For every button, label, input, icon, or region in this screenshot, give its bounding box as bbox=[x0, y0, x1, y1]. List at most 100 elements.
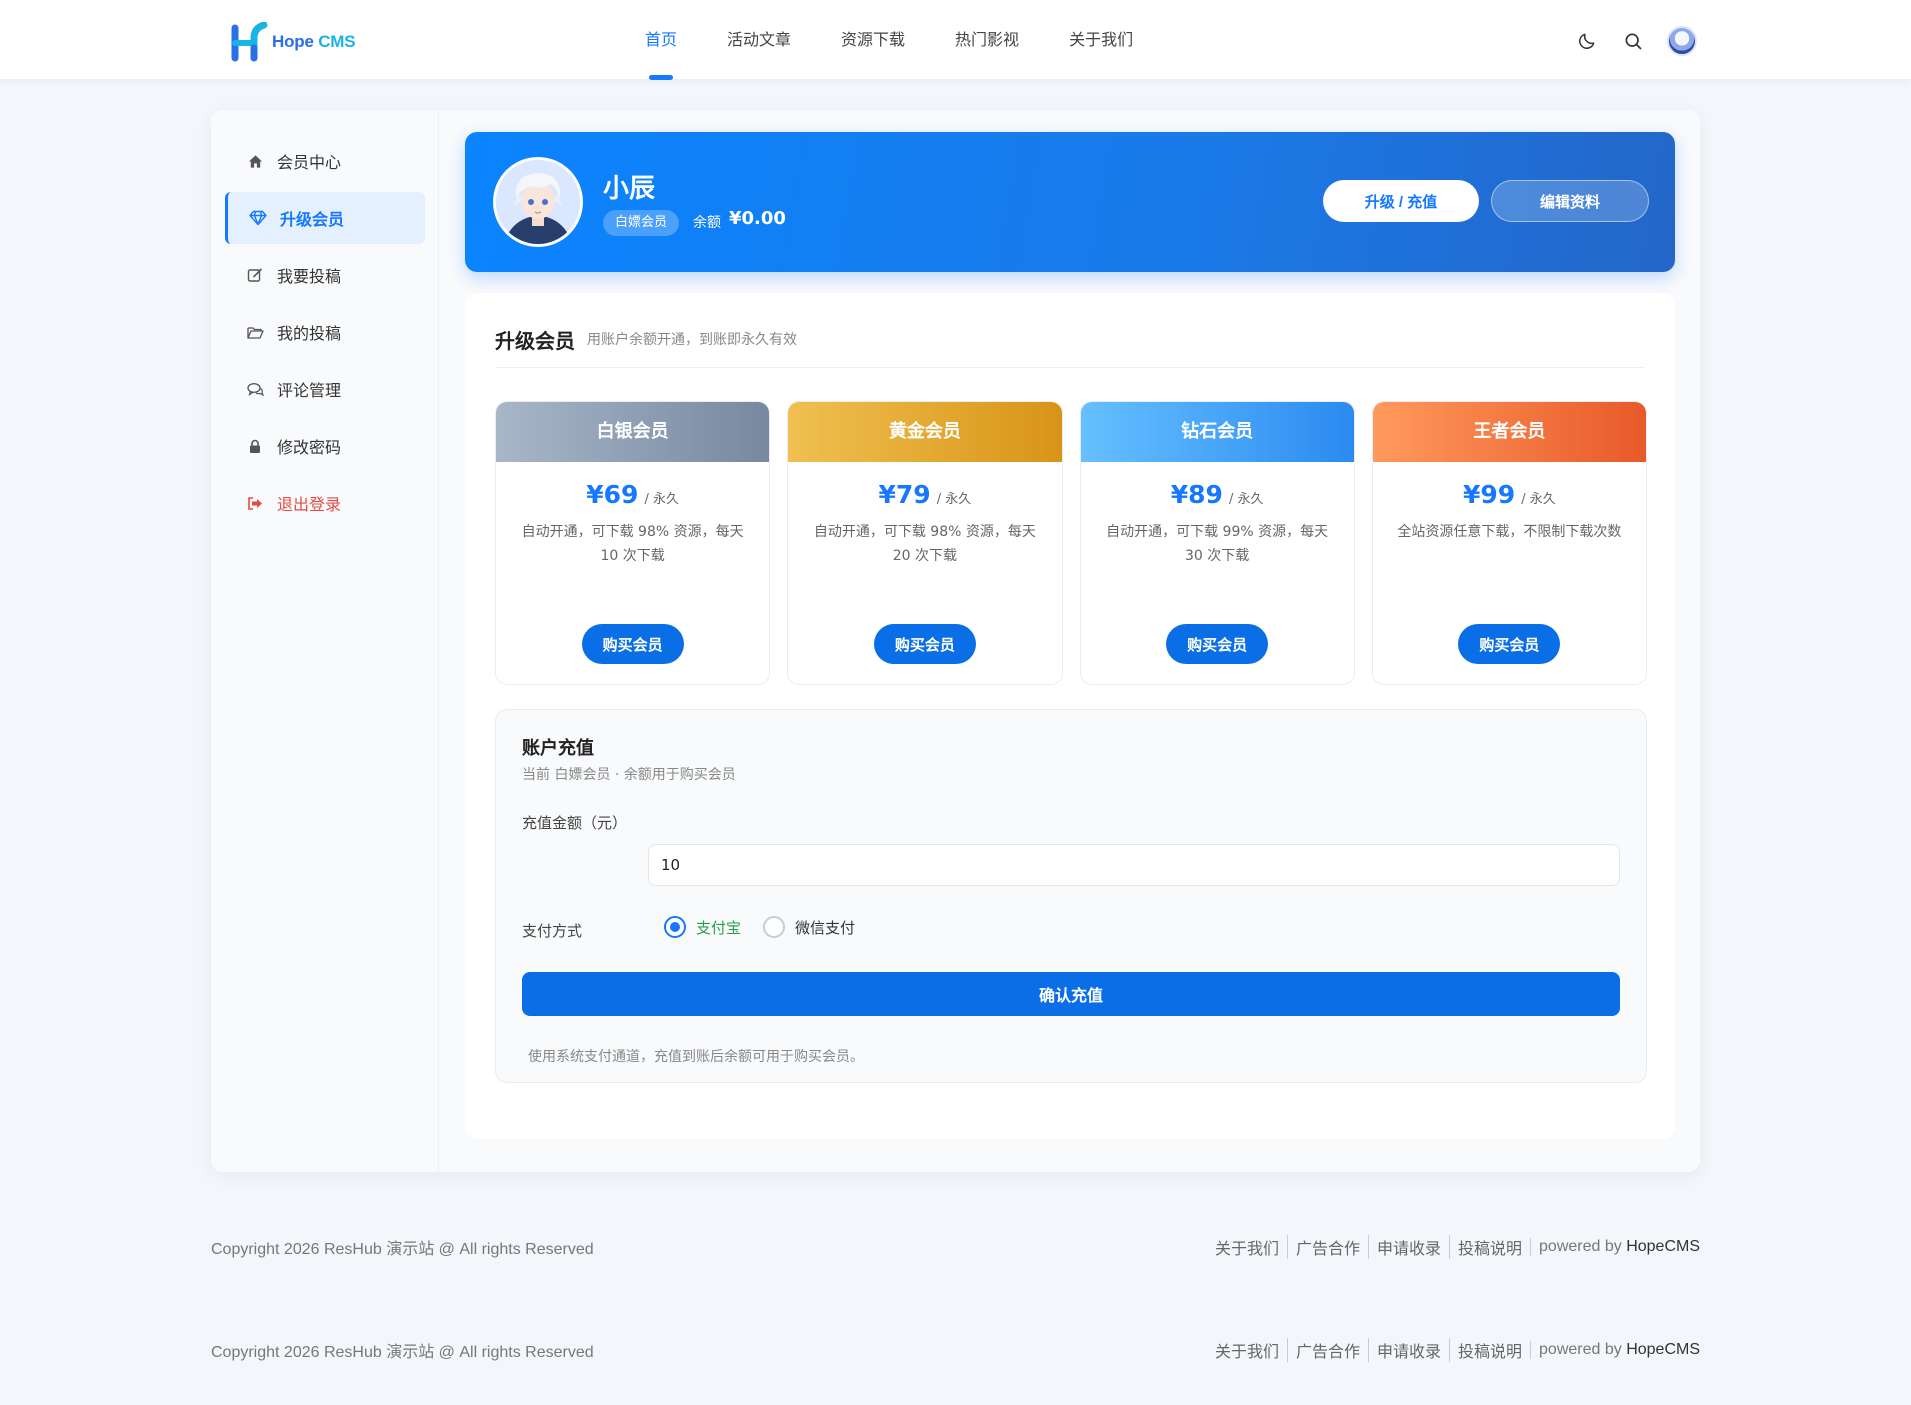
footer-link-submission[interactable]: 投稿说明 bbox=[1449, 1338, 1530, 1362]
sidebar-item-change-password[interactable]: 修改密码 bbox=[225, 420, 425, 472]
plan-price-period: / 永久 bbox=[1521, 492, 1556, 507]
main-nav: 首页 活动文章 资源下载 热门影视 关于我们 bbox=[620, 0, 1158, 80]
search-icon[interactable] bbox=[1621, 29, 1645, 53]
plan-name: 白银会员 bbox=[496, 402, 770, 462]
footer-link-apply[interactable]: 申请收录 bbox=[1367, 1338, 1449, 1362]
footer-link-ads[interactable]: 广告合作 bbox=[1286, 1338, 1368, 1362]
footer-link-about[interactable]: 关于我们 bbox=[1207, 1235, 1287, 1259]
site-logo[interactable]: Hope CMS bbox=[230, 22, 356, 62]
panel-subtitle: 用账户余额开通，到账即永久有效 bbox=[587, 332, 797, 348]
footer-links: 关于我们 广告合作 申请收录 投稿说明 powered by HopeCMS bbox=[1207, 1235, 1700, 1259]
sidebar-item-label: 升级会员 bbox=[280, 210, 345, 229]
plan-card-gold: 黄金会员 ¥79 / 永久 自动开通，可下载 98% 资源，每天 20 次下载 购… bbox=[787, 401, 1063, 685]
footer: Copyright 2026 ResHub 演示站 @ All rights R… bbox=[211, 1235, 1700, 1259]
buy-plan-button[interactable]: 购买会员 bbox=[873, 624, 976, 664]
comment-icon bbox=[245, 379, 265, 399]
upgrade-panel: 升级会员 用账户余额开通，到账即永久有效 白银会员 ¥69 / 永久 自动开通，可… bbox=[465, 293, 1675, 1139]
logo-mark-icon bbox=[231, 22, 268, 62]
nav-item-home[interactable]: 首页 bbox=[620, 0, 702, 80]
user-avatar[interactable] bbox=[1667, 26, 1697, 56]
plan-description: 自动开通，可下载 98% 资源，每天 10 次下载 bbox=[521, 524, 744, 564]
sidebar-item-label: 我要投稿 bbox=[277, 267, 342, 286]
sidebar-item-upgrade[interactable]: 升级会员 bbox=[225, 192, 425, 244]
balance-value: ¥0.00 bbox=[729, 208, 786, 229]
nav-item-downloads[interactable]: 资源下载 bbox=[816, 0, 930, 80]
main-content: 小辰 白嫖会员 余额 ¥0.00 升级 / 充值 编辑资料 升级会员 用账户余额… bbox=[439, 110, 1700, 1172]
sidebar-item-logout[interactable]: 退出登录 bbox=[225, 477, 425, 529]
balance-label: 余额 bbox=[693, 215, 721, 231]
footer-link-submission[interactable]: 投稿说明 bbox=[1449, 1235, 1530, 1259]
powered-by: powered by HopeCMS bbox=[1530, 1341, 1700, 1359]
footer-link-ads[interactable]: 广告合作 bbox=[1286, 1235, 1368, 1259]
sidebar-item-label: 评论管理 bbox=[277, 381, 342, 400]
plan-price-amount: ¥79 bbox=[878, 480, 931, 509]
plan-description: 自动开通，可下载 99% 资源，每天 30 次下载 bbox=[1106, 524, 1329, 564]
plan-price-amount: ¥99 bbox=[1463, 480, 1516, 509]
buy-plan-button[interactable]: 购买会员 bbox=[1458, 624, 1561, 664]
amount-input[interactable] bbox=[648, 844, 1620, 886]
powered-prefix: powered by bbox=[1539, 1238, 1622, 1255]
panel-title: 升级会员 bbox=[495, 329, 575, 353]
footer-link-about[interactable]: 关于我们 bbox=[1207, 1338, 1287, 1362]
footer-link-apply[interactable]: 申请收录 bbox=[1367, 1235, 1449, 1259]
copyright-text: Copyright 2026 ResHub 演示站 @ All rights R… bbox=[211, 1241, 594, 1258]
plan-price: ¥89 / 永久 bbox=[1081, 480, 1354, 510]
nav-item-movies[interactable]: 热门影视 bbox=[930, 0, 1044, 80]
plan-price-period: / 永久 bbox=[1228, 492, 1264, 507]
powered-prefix: powered by bbox=[1539, 1341, 1622, 1358]
plan-price-period: / 永久 bbox=[936, 492, 972, 507]
sidebar-item-member-center[interactable]: 会员中心 bbox=[225, 135, 425, 187]
profile-avatar[interactable] bbox=[493, 157, 583, 247]
plan-card-diamond: 钻石会员 ¥89 / 永久 自动开通，可下载 99% 资源，每天 30 次下载 购… bbox=[1079, 401, 1355, 685]
nav-item-articles[interactable]: 活动文章 bbox=[702, 0, 816, 80]
home-icon bbox=[245, 151, 265, 171]
sidebar-item-label: 会员中心 bbox=[277, 153, 342, 172]
folder-icon bbox=[245, 322, 265, 342]
confirm-recharge-button[interactable]: 确认充值 bbox=[522, 972, 1620, 1016]
payment-option-label: 微信支付 bbox=[795, 918, 856, 937]
sidebar-item-label: 退出登录 bbox=[277, 495, 342, 514]
sidebar-item-comments[interactable]: 评论管理 bbox=[225, 363, 425, 415]
plan-card-silver: 白银会员 ¥69 / 永久 自动开通，可下载 98% 资源，每天 10 次下载 购… bbox=[495, 401, 771, 685]
sidebar-item-label: 我的投稿 bbox=[277, 324, 342, 343]
footer-links: 关于我们 广告合作 申请收录 投稿说明 powered by HopeCMS bbox=[1207, 1338, 1700, 1362]
edit-profile-button[interactable]: 编辑资料 bbox=[1491, 180, 1649, 222]
sidebar-item-my-posts[interactable]: 我的投稿 bbox=[225, 306, 425, 358]
recharge-subtitle: 当前 白嫖会员 · 余额用于购买会员 bbox=[522, 767, 736, 783]
plan-price-amount: ¥69 bbox=[586, 480, 639, 509]
payment-option-wechat[interactable]: 微信支付 bbox=[763, 916, 855, 938]
upgrade-recharge-button[interactable]: 升级 / 充值 bbox=[1323, 180, 1479, 222]
footer-duplicate: Copyright 2026 ResHub 演示站 @ All rights R… bbox=[211, 1338, 1700, 1362]
profile-banner: 小辰 白嫖会员 余额 ¥0.00 升级 / 充值 编辑资料 bbox=[465, 132, 1675, 272]
amount-label: 充值金额（元） bbox=[522, 814, 628, 832]
top-header: Hope CMS 首页 活动文章 资源下载 热门影视 关于我们 bbox=[0, 0, 1911, 80]
sidebar-item-label: 修改密码 bbox=[277, 438, 342, 457]
plan-price: ¥69 / 永久 bbox=[496, 480, 769, 510]
lock-icon bbox=[245, 436, 265, 456]
plan-price: ¥99 / 永久 bbox=[1373, 480, 1646, 510]
copyright-text: Copyright 2026 ResHub 演示站 @ All rights R… bbox=[211, 1344, 594, 1361]
payment-option-alipay[interactable]: 支付宝 bbox=[664, 916, 741, 938]
plan-price: ¥79 / 永久 bbox=[788, 480, 1061, 510]
nav-item-about[interactable]: 关于我们 bbox=[1044, 0, 1158, 80]
logo-text-secondary: CMS bbox=[318, 32, 356, 51]
buy-plan-button[interactable]: 购买会员 bbox=[1166, 624, 1269, 664]
logout-icon bbox=[245, 493, 265, 513]
moon-icon[interactable] bbox=[1575, 29, 1599, 53]
recharge-form: 账户充值 当前 白嫖会员 · 余额用于购买会员 充值金额（元） 支付方式 支付宝… bbox=[495, 709, 1647, 1083]
sidebar-item-submit-post[interactable]: 我要投稿 bbox=[225, 249, 425, 301]
logo-text: Hope CMS bbox=[272, 32, 356, 52]
powered-by: powered by HopeCMS bbox=[1530, 1238, 1700, 1256]
plan-list: 白银会员 ¥69 / 永久 自动开通，可下载 98% 资源，每天 10 次下载 购… bbox=[495, 401, 1647, 685]
plan-name: 黄金会员 bbox=[788, 402, 1062, 462]
radio-unchecked-icon bbox=[763, 916, 786, 938]
recharge-note: 使用系统支付通道，充值到账后余额可用于购买会员。 bbox=[528, 1049, 864, 1065]
payment-option-label: 支付宝 bbox=[696, 918, 742, 937]
plan-name: 王者会员 bbox=[1372, 402, 1646, 462]
recharge-title: 账户充值 bbox=[522, 738, 594, 759]
powered-name[interactable]: HopeCMS bbox=[1626, 1341, 1700, 1358]
buy-plan-button[interactable]: 购买会员 bbox=[581, 624, 684, 664]
powered-name[interactable]: HopeCMS bbox=[1626, 1238, 1700, 1255]
diamond-icon bbox=[248, 208, 268, 228]
profile-name: 小辰 bbox=[603, 174, 656, 204]
